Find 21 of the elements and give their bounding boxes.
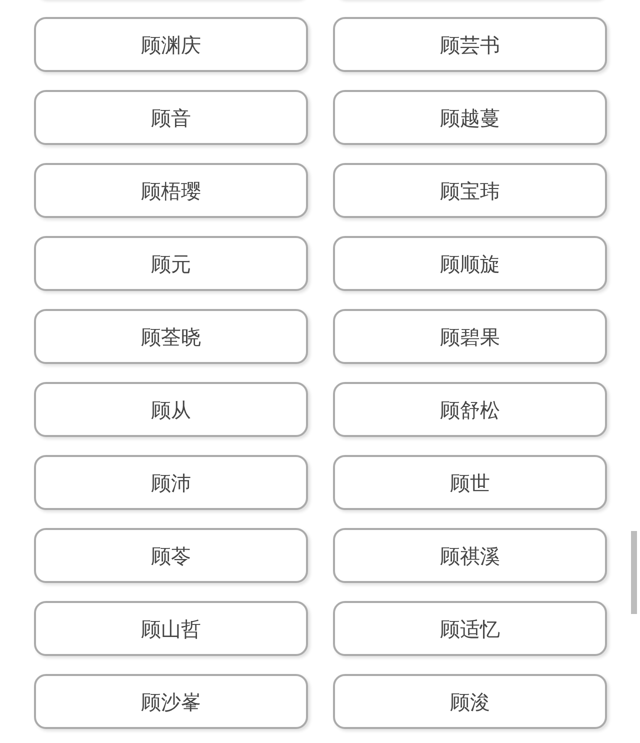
name-button[interactable]: 顾音 (34, 90, 308, 145)
name-button[interactable]: 顾宝玮 (333, 163, 607, 218)
name-button[interactable]: 顾苓 (34, 528, 308, 583)
name-button[interactable]: 顾梧璎 (34, 163, 308, 218)
name-button[interactable]: 顾沙峯 (34, 674, 308, 729)
name-button[interactable]: 顾元 (34, 236, 308, 291)
name-button[interactable]: 顾山哲 (34, 601, 308, 656)
name-button[interactable]: 顾祺溪 (333, 528, 607, 583)
name-button[interactable]: 顾芸书 (333, 17, 607, 72)
name-button[interactable]: 顾从 (34, 382, 308, 437)
name-button[interactable]: 顾顺旋 (333, 236, 607, 291)
name-button[interactable]: 顾舒松 (333, 382, 607, 437)
name-button[interactable]: 顾碧果 (333, 309, 607, 364)
name-button[interactable]: 顾世 (333, 455, 607, 510)
name-button[interactable]: 顾越蔓 (333, 90, 607, 145)
name-button[interactable]: 顾沛 (34, 455, 308, 510)
scrollbar-thumb[interactable] (631, 531, 637, 614)
name-button[interactable]: 顾适忆 (333, 601, 607, 656)
name-button[interactable]: 顾浚 (333, 674, 607, 729)
name-button[interactable]: 顾渊庆 (34, 17, 308, 72)
name-button[interactable]: 顾荃晓 (34, 309, 308, 364)
